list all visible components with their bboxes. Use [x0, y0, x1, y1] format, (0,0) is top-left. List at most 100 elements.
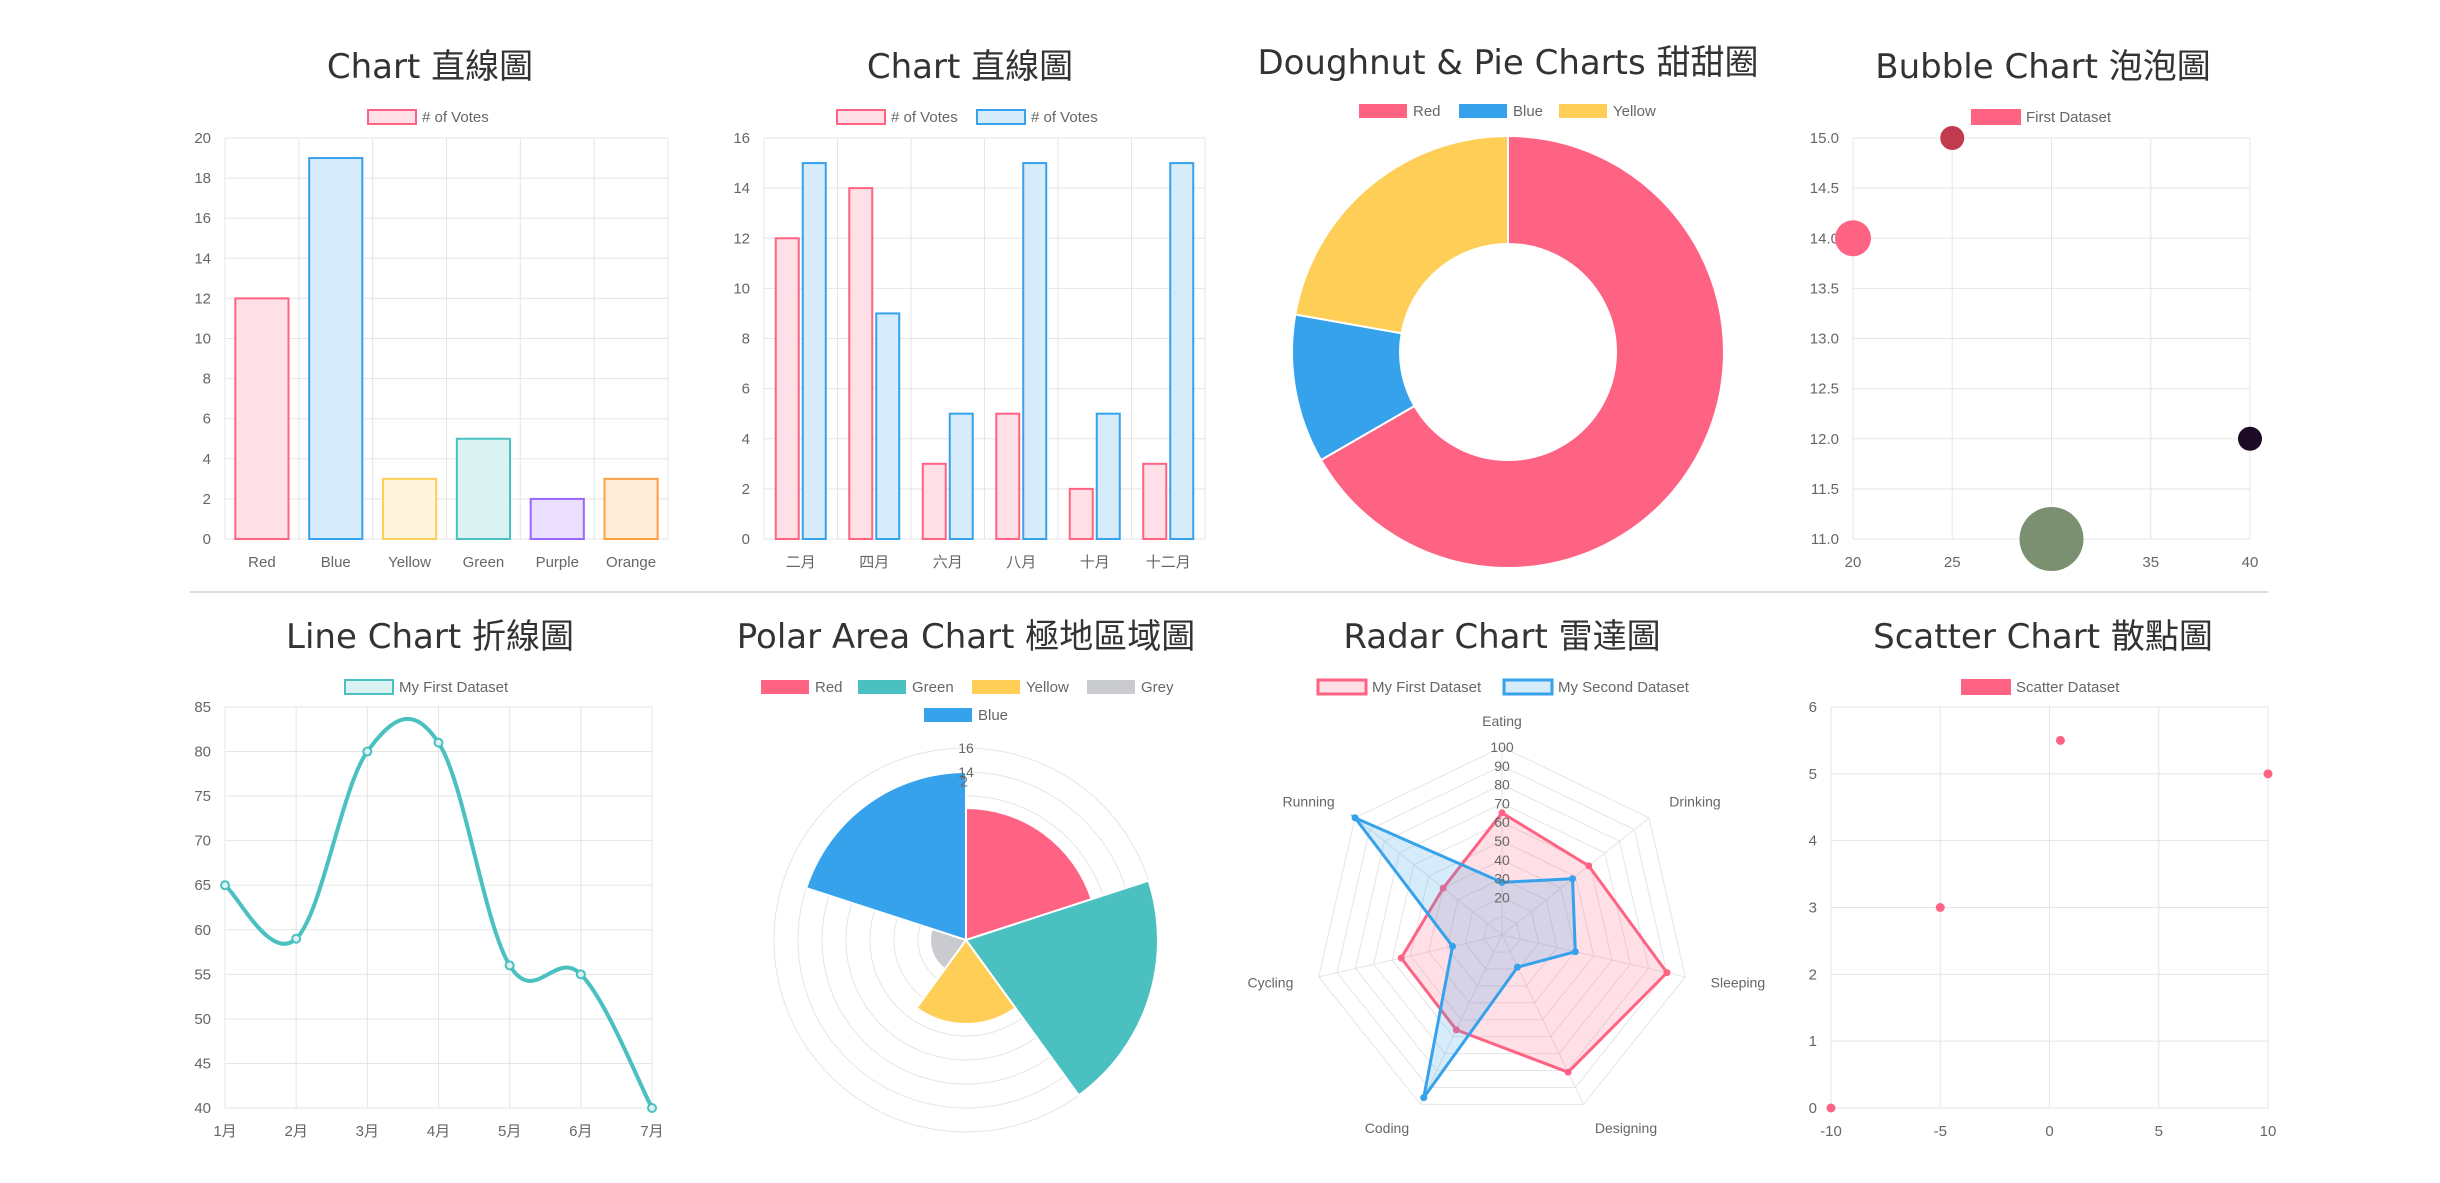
chart-5-ytick: 50	[194, 1011, 211, 1028]
chart-8-xtick: 10	[2260, 1123, 2277, 1140]
chart-1-ytick: 0	[203, 531, 211, 548]
chart-5-point	[575, 969, 586, 980]
chart-2-ytick: 10	[733, 280, 750, 297]
chart-1-bar	[382, 477, 438, 541]
chart-6-legend-swatch	[924, 708, 972, 722]
chart-3-legend-label: Blue	[1513, 103, 1543, 120]
chart-8-xtick: -10	[1820, 1123, 1842, 1140]
chart-1-xtick: Blue	[321, 554, 351, 571]
chart-8-title: Scatter Chart 散點圖	[1873, 617, 2213, 657]
chart-2-ytick: 4	[742, 431, 750, 448]
chart-5-legend-label: My First Dataset	[399, 679, 509, 696]
chart-7-rtick: 60	[1494, 814, 1510, 830]
chart-2-bar	[1169, 162, 1195, 540]
chart-4-ytick: 12.5	[1810, 381, 1839, 398]
chart-4-ytick: 14.5	[1810, 180, 1839, 197]
chart-2-ytick: 14	[733, 180, 750, 197]
chart-1-ytick: 8	[203, 371, 211, 388]
chart-4-legend-swatch	[1971, 109, 2021, 125]
chart-8-ytick: 6	[1809, 699, 1817, 716]
chart-5-point	[504, 960, 515, 971]
chart-2-xtick: 六月	[933, 554, 963, 571]
chart-2-ytick: 16	[733, 130, 750, 147]
chart-1-xtick: Green	[463, 554, 505, 571]
chart-4-title: Bubble Chart 泡泡圖	[1875, 47, 2210, 87]
chart-2-bar	[801, 162, 827, 540]
chart-2-bar	[875, 312, 901, 540]
charts-dashboard: Chart 直線圖# of Votes02468101214161820Red B…	[190, 43, 2277, 1140]
chart-7-point	[1585, 862, 1593, 870]
chart-1-ytick: 6	[203, 411, 211, 428]
chart-8-point	[1935, 903, 1945, 912]
chart-2-bar	[1095, 412, 1121, 540]
chart-8-xtick: 0	[2045, 1123, 2053, 1140]
chart-2-bar	[774, 237, 800, 540]
chart-3-legend-swatch	[1359, 104, 1407, 118]
chart-2-bar	[995, 412, 1021, 540]
chart-4-xtick: 25	[1944, 554, 1961, 571]
chart-2-bar	[848, 187, 874, 540]
chart-5-point	[647, 1103, 657, 1113]
chart-2-legend-2-swatch	[976, 109, 1026, 125]
chart-5-legend-swatch	[344, 679, 394, 695]
chart-1-xtick: Orange	[606, 554, 656, 571]
chart-8-point	[2055, 735, 2065, 745]
chart-3-slice	[1294, 134, 1509, 335]
chart-7-point	[1397, 954, 1405, 962]
chart-2-xtick: 十二月	[1146, 554, 1191, 571]
chart-7-point	[1449, 942, 1457, 950]
chart-5-xtick: 3月	[356, 1123, 379, 1140]
chart-6-legend-swatch	[1087, 680, 1135, 694]
chart-7-rtick: 100	[1490, 739, 1514, 755]
chart-1-bar	[529, 497, 585, 540]
chart-7-rtick: 30	[1494, 871, 1510, 887]
chart-7-point	[1420, 1094, 1428, 1102]
chart-4-ytick: 13.0	[1810, 331, 1839, 348]
chart-7-axis-label: Sleeping	[1711, 975, 1766, 991]
chart-5-ytick: 60	[194, 922, 211, 939]
chart-1-xtick: Yellow	[388, 554, 431, 571]
chart-8-ytick: 4	[1809, 833, 1817, 850]
chart-8-xtick: -5	[1934, 1123, 1947, 1140]
chart-7-legend-swatch	[1316, 678, 1368, 696]
chart-8-ytick: 2	[1809, 966, 1817, 983]
chart-1-ytick: 12	[194, 290, 211, 307]
chart-7-rtick: 50	[1494, 833, 1510, 849]
chart-2-legend-1-swatch	[836, 109, 886, 125]
chart-5-xtick: 4月	[427, 1123, 450, 1140]
chart-7-point	[1564, 1068, 1572, 1076]
chart-8-point	[1826, 1103, 1836, 1113]
chart-6-sector	[804, 770, 967, 942]
chart-6-legend-swatch	[858, 680, 906, 694]
chart-1-xtick: Purple	[536, 554, 579, 571]
chart-1-title: Chart 直線圖	[327, 47, 533, 87]
chart-4-ytick: 11.5	[1811, 481, 1839, 498]
chart-8-xtick: 5	[2155, 1123, 2163, 1140]
chart-2-bar	[1022, 162, 1048, 540]
chart-2-ytick: 12	[733, 230, 750, 247]
chart-2-ytick: 6	[742, 381, 750, 398]
chart-2-bar	[1142, 462, 1168, 540]
chart-7-legend-swatch	[1502, 678, 1554, 696]
chart-8-ytick: 1	[1809, 1033, 1817, 1050]
chart-5-ytick: 40	[194, 1100, 211, 1117]
chart-8-point	[2263, 769, 2273, 779]
chart-5-ytick: 65	[194, 877, 211, 894]
chart-3-legend-swatch	[1459, 104, 1507, 118]
chart-7-point	[1351, 814, 1359, 822]
chart-6-legend-swatch	[972, 680, 1020, 694]
chart-8-ytick: 0	[1809, 1100, 1817, 1117]
chart-5-xtick: 6月	[569, 1123, 592, 1140]
chart-1-bar	[234, 297, 290, 540]
chart-3-legend-label: Yellow	[1613, 103, 1656, 120]
chart-7-axis-label: Running	[1283, 794, 1335, 810]
chart-1-legend-swatch	[367, 109, 417, 125]
chart-4-ytick: 14.0	[1810, 230, 1839, 247]
chart-4-xtick: 20	[1845, 554, 1862, 571]
chart-7-axis-label: Coding	[1365, 1120, 1409, 1136]
chart-7-axis-label: Drinking	[1669, 794, 1720, 810]
chart-1-bar	[603, 477, 659, 541]
chart-4-ytick: 11.0	[1811, 531, 1839, 548]
chart-5-point	[362, 746, 373, 757]
chart-7-rtick: 20	[1494, 889, 1510, 905]
